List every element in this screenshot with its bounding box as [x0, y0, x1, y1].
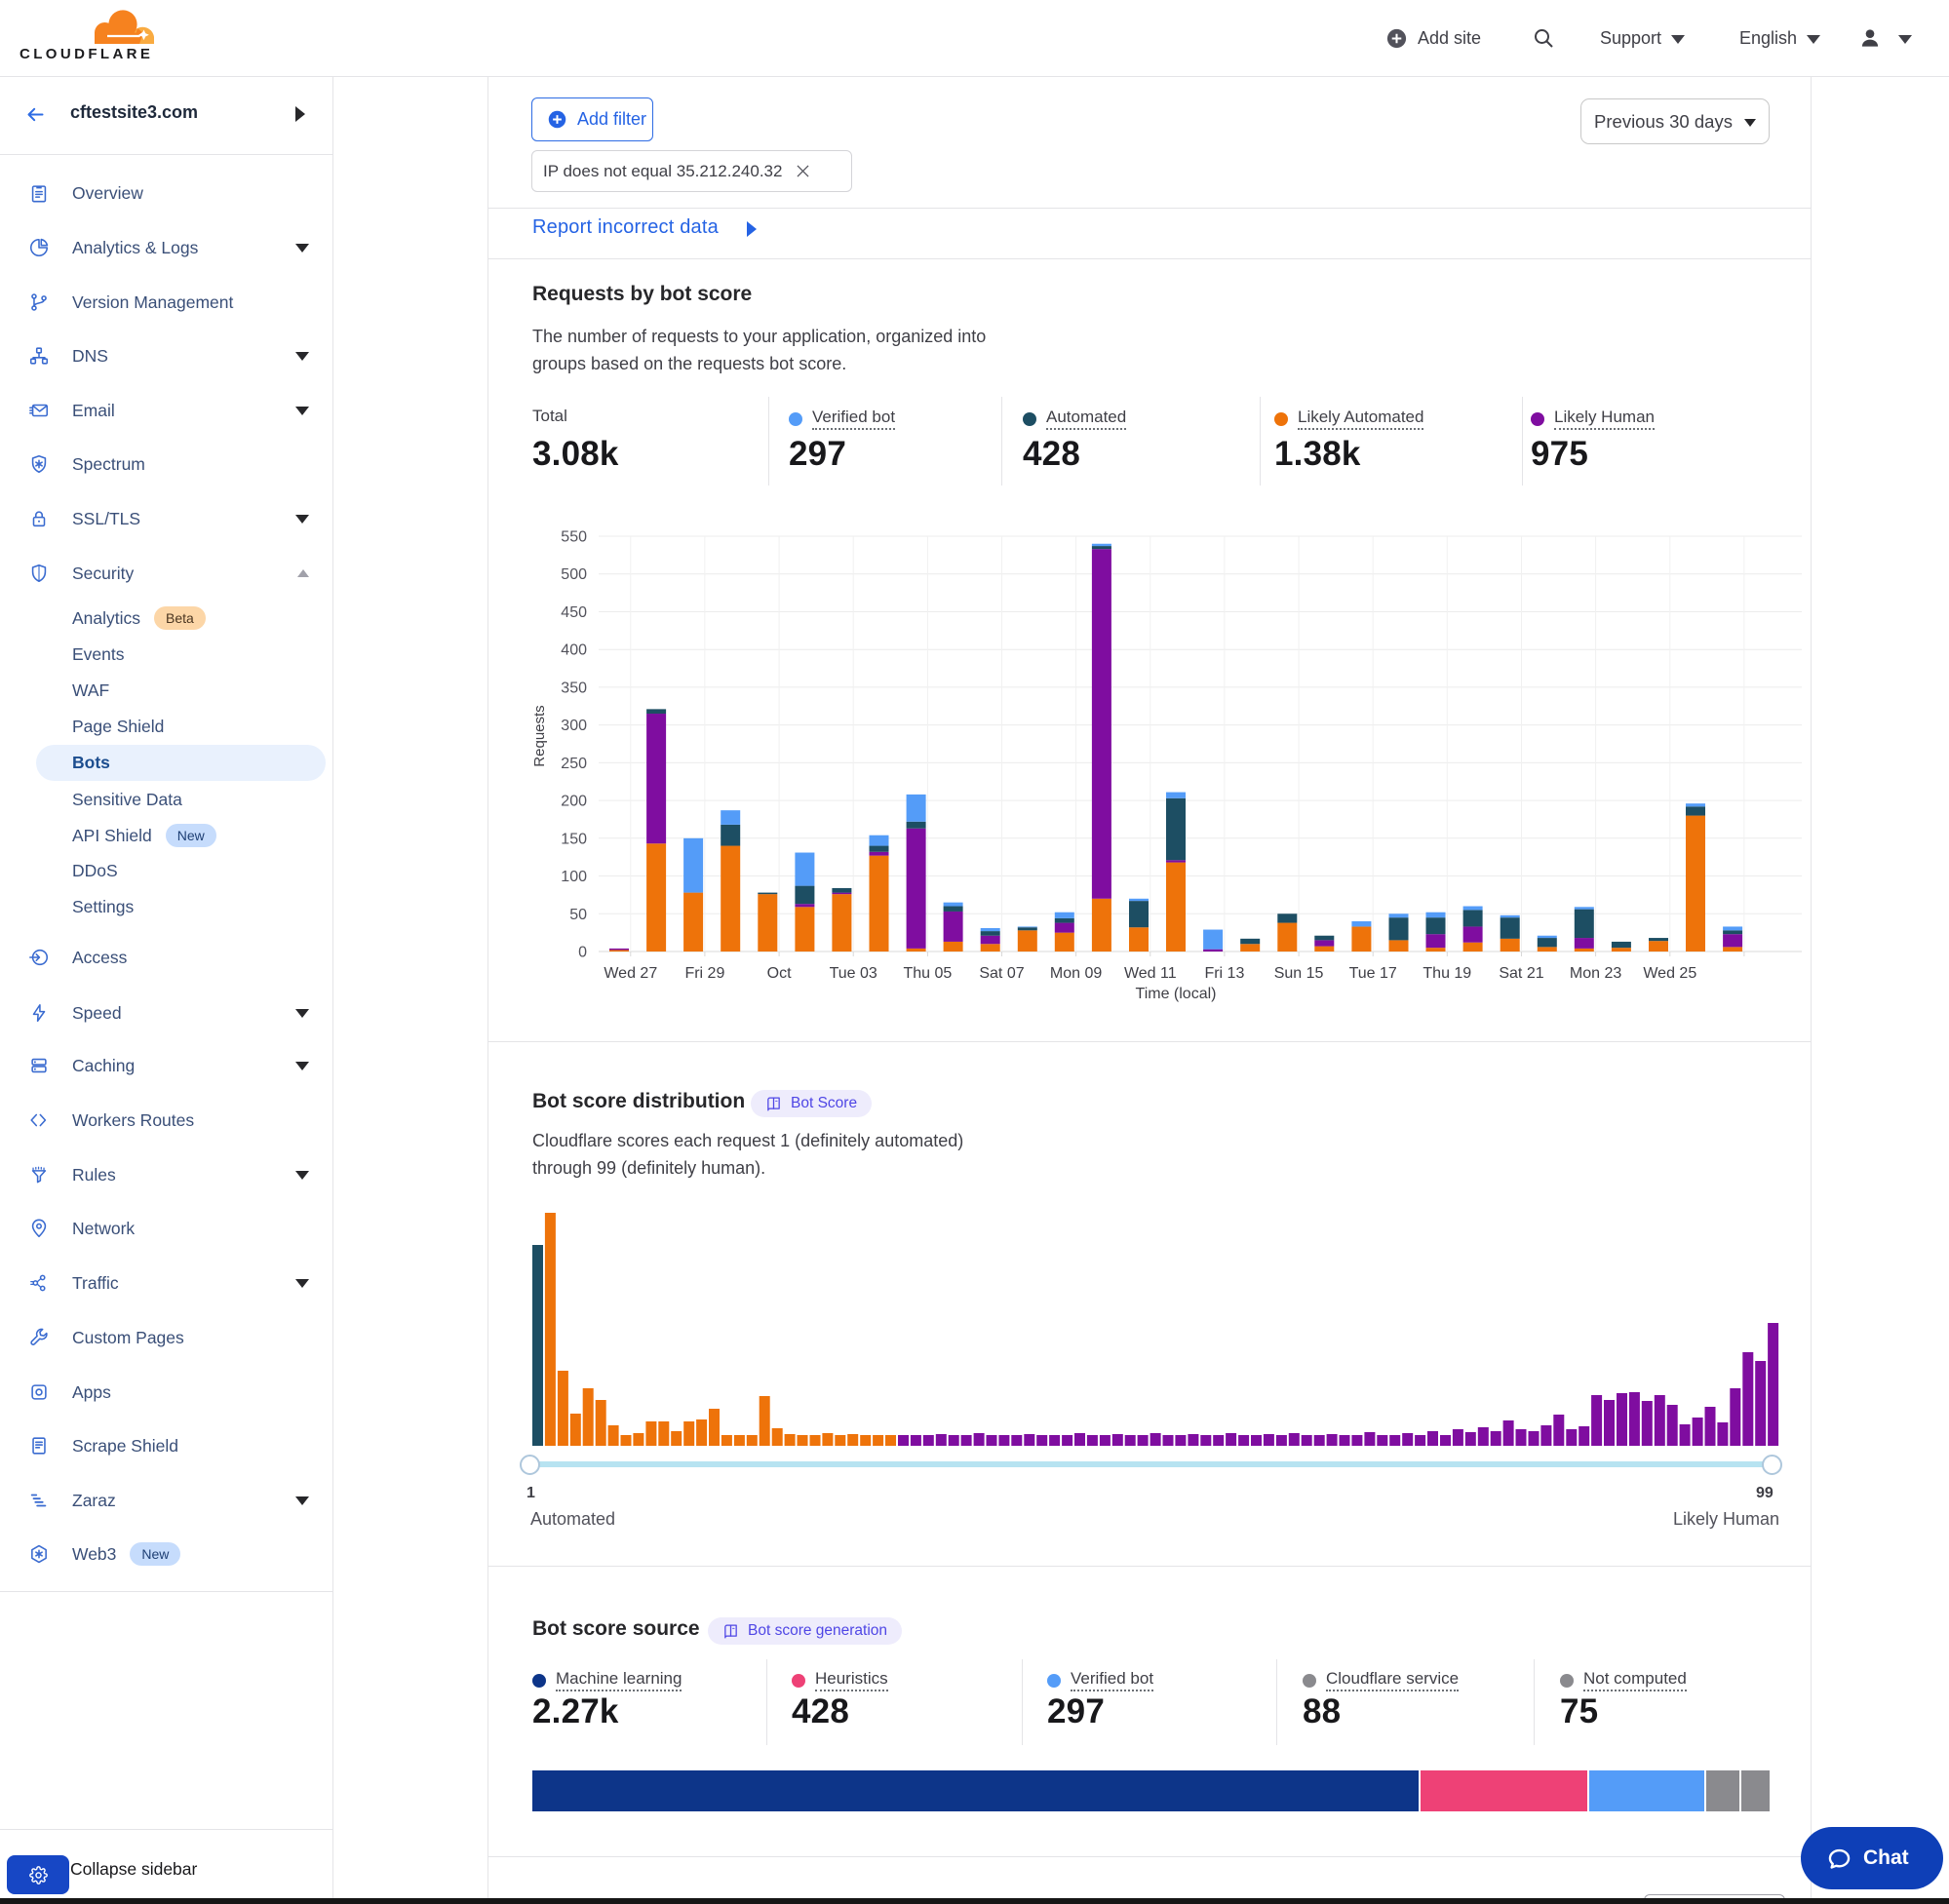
- svg-text:Thu 19: Thu 19: [1423, 965, 1471, 982]
- svg-text:0: 0: [578, 945, 587, 961]
- svg-text:Thu 05: Thu 05: [903, 965, 952, 982]
- svg-text:400: 400: [561, 642, 587, 659]
- svg-text:Wed 27: Wed 27: [604, 965, 657, 982]
- svg-text:500: 500: [561, 566, 587, 583]
- svg-text:50: 50: [569, 907, 587, 923]
- svg-text:Time (local): Time (local): [1136, 986, 1217, 1002]
- svg-text:Tue 03: Tue 03: [830, 965, 877, 982]
- svg-text:250: 250: [561, 756, 587, 772]
- svg-text:Sat 21: Sat 21: [1499, 965, 1543, 982]
- svg-text:100: 100: [561, 869, 587, 885]
- svg-text:450: 450: [561, 604, 587, 621]
- svg-text:Fri 29: Fri 29: [684, 965, 724, 982]
- svg-text:Sun 15: Sun 15: [1274, 965, 1324, 982]
- svg-text:350: 350: [561, 680, 587, 696]
- svg-text:150: 150: [561, 831, 587, 847]
- svg-text:Oct: Oct: [767, 965, 792, 982]
- svg-text:Mon 09: Mon 09: [1050, 965, 1102, 982]
- svg-text:200: 200: [561, 794, 587, 810]
- svg-text:Tue 17: Tue 17: [1349, 965, 1397, 982]
- svg-text:Wed 11: Wed 11: [1124, 965, 1177, 982]
- svg-text:Sat 07: Sat 07: [979, 965, 1024, 982]
- svg-text:Wed 25: Wed 25: [1643, 965, 1696, 982]
- svg-text:Fri 13: Fri 13: [1204, 965, 1244, 982]
- svg-text:Requests: Requests: [531, 705, 548, 766]
- svg-text:550: 550: [561, 529, 587, 546]
- svg-text:Mon 23: Mon 23: [1570, 965, 1621, 982]
- svg-text:300: 300: [561, 718, 587, 734]
